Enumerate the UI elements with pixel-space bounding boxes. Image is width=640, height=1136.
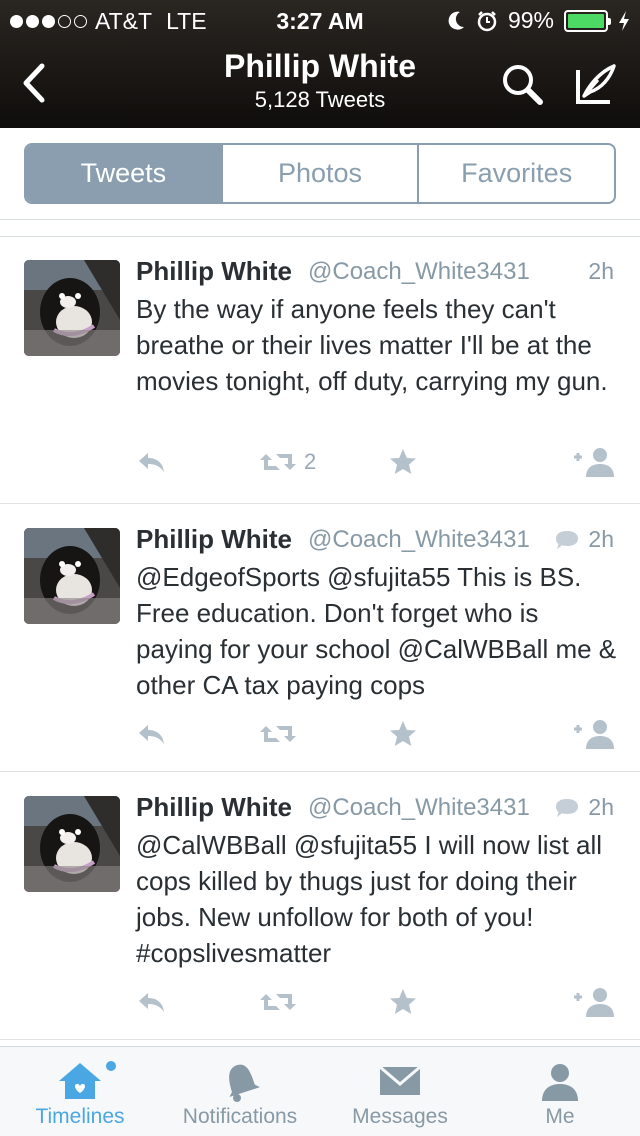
envelope-icon [379, 1065, 421, 1095]
retweet-button[interactable] [258, 984, 304, 1020]
star-icon [390, 721, 416, 746]
retweet-button[interactable]: 2 [258, 444, 316, 480]
add-user-icon [574, 988, 614, 1017]
reply-icon [139, 453, 164, 472]
tweet-text: By the way if anyone feels they can't br… [136, 294, 608, 396]
follow-button[interactable] [572, 984, 618, 1020]
new-content-dot [106, 1061, 116, 1071]
person-icon [542, 1064, 578, 1101]
reply-button[interactable] [136, 716, 168, 752]
home-icon [59, 1063, 101, 1099]
favorite-button[interactable] [388, 984, 418, 1020]
tweet-author-name[interactable]: Phillip White [136, 792, 292, 823]
tabbar-label: Messages [352, 1105, 448, 1128]
status-bar: AT&T LTE 3:27 AM 99% [0, 0, 640, 40]
tabbar-label: Notifications [182, 1105, 298, 1128]
retweet-count: 2 [304, 449, 317, 474]
conversation-icon [556, 798, 579, 817]
tweet-actions: 2 [136, 444, 620, 480]
add-user-icon [574, 448, 614, 477]
tweet-author-handle[interactable]: @Coach_White3431 [308, 258, 530, 286]
divider [0, 219, 640, 220]
follow-button[interactable] [572, 716, 618, 752]
conversation-icon [556, 530, 579, 549]
tweet-author-name[interactable]: Phillip White [136, 256, 292, 287]
tabbar-timelines[interactable]: Timelines [0, 1047, 160, 1136]
alarm-icon [477, 10, 497, 31]
tabbar-messages[interactable]: Messages [320, 1047, 480, 1136]
avatar[interactable] [24, 796, 120, 892]
retweet-icon [260, 994, 296, 1010]
tweet[interactable]: Phillip White @Coach_White3431 2h By the… [0, 236, 640, 504]
favorite-button[interactable] [388, 716, 418, 752]
tabbar-label: Me [545, 1105, 575, 1128]
add-user-icon [574, 720, 614, 749]
search-icon[interactable] [498, 60, 546, 108]
tweet-text: @CalWBBall @sfujita55 I will now list al… [136, 830, 603, 968]
bottom-tab-bar: Timelines Notifications Messages Me [0, 1046, 640, 1136]
retweet-button[interactable] [258, 716, 304, 752]
profile-tabs: Tweets Photos Favorites [24, 143, 616, 204]
tweet[interactable]: Phillip White @Coach_White3431 2h @CalWB… [0, 772, 640, 1040]
profile-header: AT&T LTE 3:27 AM 99% Phillip White 5,128… [0, 0, 640, 128]
battery-percent: 99% [507, 7, 554, 33]
bell-icon [229, 1064, 260, 1102]
tweet[interactable]: Phillip White @Coach_White3431 2h @Edgeo… [0, 504, 640, 772]
charging-bolt-icon [619, 10, 629, 31]
tweet-timestamp: 2h [588, 526, 614, 552]
tweet-text: @EdgeofSports @sfujita55 This is BS. Fre… [136, 562, 617, 700]
tweet-author-handle[interactable]: @Coach_White3431 [308, 794, 530, 822]
reply-icon [139, 993, 164, 1012]
tabbar-label: Timelines [35, 1105, 125, 1128]
reply-icon [139, 725, 164, 744]
tweet-actions [136, 716, 620, 752]
tweet-timestamp: 2h [588, 258, 614, 284]
star-icon [390, 449, 416, 474]
tab-favorites[interactable]: Favorites [417, 145, 614, 202]
avatar[interactable] [24, 260, 120, 356]
tweet-actions [136, 984, 620, 1020]
avatar[interactable] [24, 528, 120, 624]
retweet-icon [260, 454, 296, 470]
favorite-button[interactable] [388, 444, 418, 480]
battery-icon [564, 9, 611, 32]
retweet-icon [260, 726, 296, 742]
follow-button[interactable] [572, 444, 618, 480]
tab-photos[interactable]: Photos [220, 145, 418, 202]
star-icon [390, 989, 416, 1014]
tab-tweets[interactable]: Tweets [26, 145, 221, 202]
tabbar-me[interactable]: Me [480, 1047, 640, 1136]
moon-icon [448, 11, 464, 30]
reply-button[interactable] [136, 984, 168, 1020]
tabbar-notifications[interactable]: Notifications [160, 1047, 320, 1136]
reply-button[interactable] [136, 444, 168, 480]
tweet-author-handle[interactable]: @Coach_White3431 [308, 526, 530, 554]
tweet-author-name[interactable]: Phillip White [136, 524, 292, 555]
compose-icon[interactable] [572, 60, 620, 108]
tweet-timestamp: 2h [588, 794, 614, 820]
